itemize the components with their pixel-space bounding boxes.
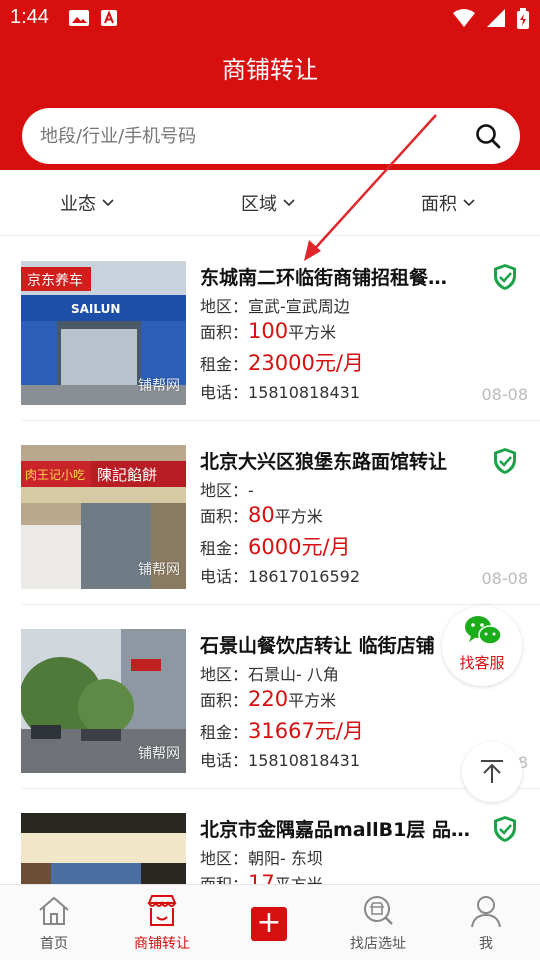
listing-title[interactable]: 东城南二环临街商铺招租餐… (200, 263, 482, 290)
battery-icon (517, 8, 529, 29)
tab-home[interactable]: 首页 (0, 885, 108, 960)
chevron-down-icon (102, 199, 114, 207)
listing-phone: 电话：18617016592 (200, 567, 360, 586)
tab-label: 找店选址 (350, 936, 406, 952)
filter-region[interactable]: 区域 (241, 190, 295, 216)
wifi-icon (453, 9, 475, 27)
status-time: 1:44 (10, 6, 49, 28)
listing-date: 08-08 (481, 569, 529, 588)
svg-text:陳記餡餅: 陳記餡餅 (97, 466, 157, 484)
a-square-icon (101, 10, 117, 26)
tab-label: 首页 (40, 936, 68, 952)
chevron-down-icon (283, 199, 295, 207)
customer-service-label: 找客服 (459, 654, 505, 672)
listing-rent: 租金：6000元/月 (200, 535, 351, 559)
listing-district: 地区：石景山- 八角 (200, 665, 339, 684)
listing-district: 地区：宣武-宣武周边 (200, 297, 350, 316)
chevron-down-icon (463, 199, 475, 207)
status-bar: 1:44 (0, 0, 540, 36)
listing-phone: 电话：15810818431 (200, 383, 360, 402)
svg-text:京东养车: 京东养车 (27, 272, 83, 289)
filter-label: 区域 (241, 194, 277, 215)
customer-service-button[interactable]: 找客服 (442, 606, 522, 686)
tab-shop-transfer[interactable]: 商铺转让 (108, 885, 216, 960)
wechat-icon (465, 616, 502, 645)
verified-shield-icon (494, 264, 516, 290)
search-shop-icon (364, 896, 393, 925)
listing-area: 面积：220平方米 (200, 687, 337, 711)
listing-photo: 肉王记小吃 陳記餡餅 铺帮网 (21, 445, 186, 589)
list-item[interactable]: 京东养车 SAILUN 铺帮网 东城南二环临街商铺招租餐… 地区：宣武-宣武周边… (0, 237, 540, 421)
tab-label: 商铺转让 (134, 936, 190, 952)
user-icon (471, 896, 501, 928)
listing-rent: 租金：23000元/月 (200, 351, 364, 375)
filter-business-type[interactable]: 业态 (60, 190, 114, 216)
verified-shield-icon (494, 448, 516, 474)
listing-photo: 京东养车 SAILUN 铺帮网 (21, 261, 186, 405)
list-item[interactable]: 肉王记小吃 陳記餡餅 铺帮网 北京大兴区狼堡东路面馆转让 地区：- 面积：80平… (0, 421, 540, 605)
listing-district: 地区：朝阳- 东坝 (200, 849, 323, 868)
watermark: 铺帮网 (138, 562, 180, 578)
header-bar: 1:44 商铺转让 (0, 0, 540, 170)
listing-photo: 铺帮网 (21, 629, 186, 773)
bottom-tab-bar: 首页 商铺转让 + 找店选址 我 (0, 884, 540, 960)
verified-shield-icon (494, 816, 516, 842)
back-to-top-button[interactable] (462, 742, 522, 802)
listing-area: 面积：100平方米 (200, 319, 337, 343)
listing-rent: 租金：31667元/月 (200, 719, 364, 743)
svg-text:肉王记小吃: 肉王记小吃 (25, 468, 85, 482)
arrow-up-icon (481, 760, 503, 783)
listing-date: 08-08 (481, 385, 529, 404)
filter-label: 业态 (60, 194, 96, 215)
home-icon (39, 896, 69, 925)
plus-icon: + (251, 907, 287, 941)
filter-area[interactable]: 面积 (421, 190, 475, 216)
listing-title[interactable]: 北京大兴区狼堡东路面馆转让 (200, 447, 482, 474)
listing-phone: 电话：15810818431 (200, 751, 360, 770)
listing-title[interactable]: 北京市金隅嘉品mallB1层 品… (200, 815, 482, 842)
listing-district: 地区：- (200, 481, 254, 500)
tab-find-location[interactable]: 找店选址 (324, 885, 432, 960)
shop-icon (147, 895, 177, 926)
listing-area: 面积：80平方米 (200, 503, 323, 527)
page-title: 商铺转让 (222, 56, 318, 84)
filter-label: 面积 (421, 194, 457, 215)
search-bar[interactable] (22, 108, 520, 164)
watermark: 铺帮网 (138, 746, 180, 762)
tab-label: 我 (479, 936, 493, 952)
svg-text:SAILUN: SAILUN (71, 302, 120, 316)
listing-title[interactable]: 石景山餐饮店转让 临街店铺 (200, 631, 482, 658)
watermark: 铺帮网 (138, 378, 180, 394)
tab-me[interactable]: 我 (432, 885, 540, 960)
search-icon[interactable] (474, 122, 502, 150)
tab-publish[interactable]: + (216, 885, 324, 960)
signal-icon (487, 9, 505, 27)
filter-bar: 业态 区域 面积 (0, 170, 540, 236)
search-input[interactable] (40, 120, 460, 152)
image-icon (69, 10, 89, 26)
